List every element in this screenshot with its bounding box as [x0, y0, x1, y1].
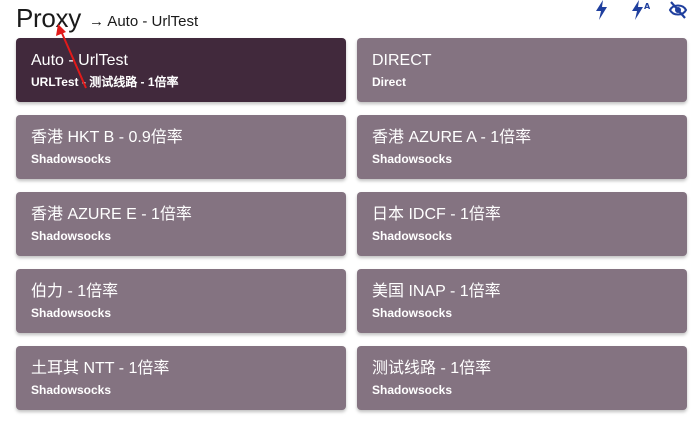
proxy-card[interactable]: 香港 AZURE A - 1倍率 Shadowsocks — [357, 115, 687, 179]
group-header: Proxy → Auto - UrlTest — [16, 0, 198, 36]
proxy-type: Shadowsocks — [31, 152, 112, 166]
proxy-name: 香港 HKT B - 0.9倍率 — [31, 129, 183, 146]
proxy-grid: Auto - UrlTest URLTest - 测试线路 - 1倍率 DIRECT… — [16, 38, 687, 410]
proxy-card[interactable]: Auto - UrlTest URLTest - 测试线路 - 1倍率 — [16, 38, 346, 102]
proxy-card[interactable]: 伯力 - 1倍率 Shadowsocks — [16, 269, 346, 333]
proxy-card[interactable]: 土耳其 NTT - 1倍率 Shadowsocks — [16, 346, 346, 410]
proxy-type: Shadowsocks — [372, 152, 453, 166]
proxy-type: Shadowsocks — [31, 306, 112, 320]
proxy-name: Auto - UrlTest — [31, 52, 128, 69]
proxy-card[interactable]: DIRECT Direct — [357, 38, 687, 102]
proxy-name: 土耳其 NTT - 1倍率 — [31, 360, 170, 377]
lightning-a-icon[interactable]: A — [630, 0, 650, 20]
proxy-type: Direct — [372, 75, 407, 89]
eye-off-icon[interactable] — [668, 0, 688, 20]
proxy-type: Shadowsocks — [372, 229, 453, 243]
page-title: Proxy — [16, 2, 81, 33]
selected-proxy-label: → Auto - UrlTest — [88, 12, 199, 30]
proxy-card[interactable]: 测试线路 - 1倍率 Shadowsocks — [357, 346, 687, 410]
proxy-name: 美国 INAP - 1倍率 — [372, 283, 501, 300]
toolbar: A — [592, 0, 688, 20]
proxy-name: 香港 AZURE E - 1倍率 — [31, 206, 192, 223]
proxy-card[interactable]: 美国 INAP - 1倍率 Shadowsocks — [357, 269, 687, 333]
proxy-card[interactable]: 日本 IDCF - 1倍率 Shadowsocks — [357, 192, 687, 256]
proxy-name: 日本 IDCF - 1倍率 — [372, 206, 501, 223]
proxy-name: 测试线路 - 1倍率 — [372, 360, 492, 377]
proxy-type: Shadowsocks — [372, 383, 453, 397]
svg-text:A: A — [644, 2, 650, 11]
proxy-type: URLTest - 测试线路 - 1倍率 — [31, 75, 179, 89]
proxy-name: 香港 AZURE A - 1倍率 — [372, 129, 532, 146]
lightning-icon[interactable] — [592, 0, 612, 20]
proxy-name: 伯力 - 1倍率 — [31, 283, 119, 300]
proxy-name: DIRECT — [372, 52, 432, 69]
proxy-type: Shadowsocks — [372, 306, 453, 320]
proxy-type: Shadowsocks — [31, 229, 112, 243]
proxy-card[interactable]: 香港 AZURE E - 1倍率 Shadowsocks — [16, 192, 346, 256]
proxy-type: Shadowsocks — [31, 383, 112, 397]
proxy-card[interactable]: 香港 HKT B - 0.9倍率 Shadowsocks — [16, 115, 346, 179]
